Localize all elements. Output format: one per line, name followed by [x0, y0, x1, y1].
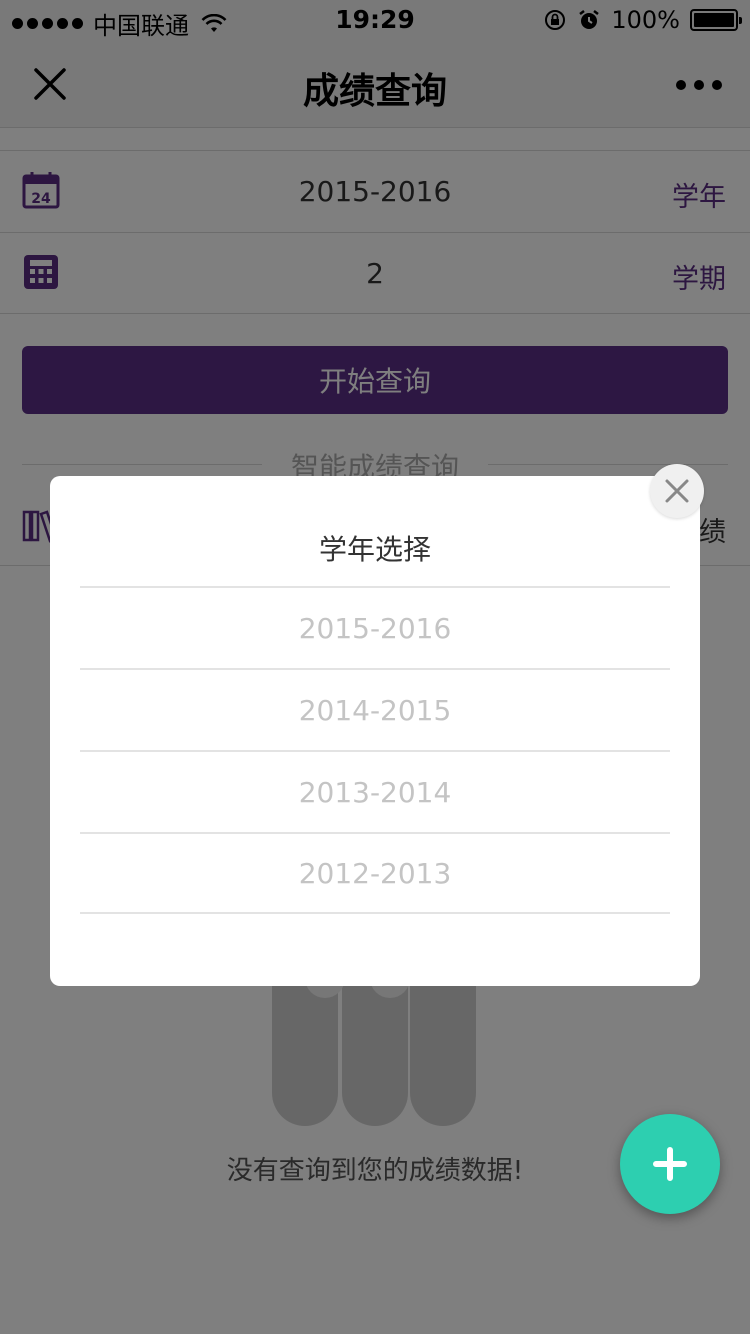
- add-button[interactable]: [620, 1114, 720, 1214]
- year-option[interactable]: 2014-2015: [80, 668, 670, 750]
- year-option-list: 2015-2016 2014-2015 2013-2014 2012-2013: [80, 586, 670, 914]
- year-option[interactable]: 2012-2013: [80, 832, 670, 914]
- year-picker-modal: 学年选择 2015-2016 2014-2015 2013-2014 2012-…: [50, 476, 700, 986]
- modal-title: 学年选择: [318, 533, 431, 566]
- year-option[interactable]: 2013-2014: [80, 750, 670, 832]
- close-icon: [665, 479, 689, 503]
- year-option[interactable]: 2015-2016: [80, 586, 670, 668]
- plus-icon: [653, 1147, 687, 1181]
- modal-close-button[interactable]: [650, 464, 704, 518]
